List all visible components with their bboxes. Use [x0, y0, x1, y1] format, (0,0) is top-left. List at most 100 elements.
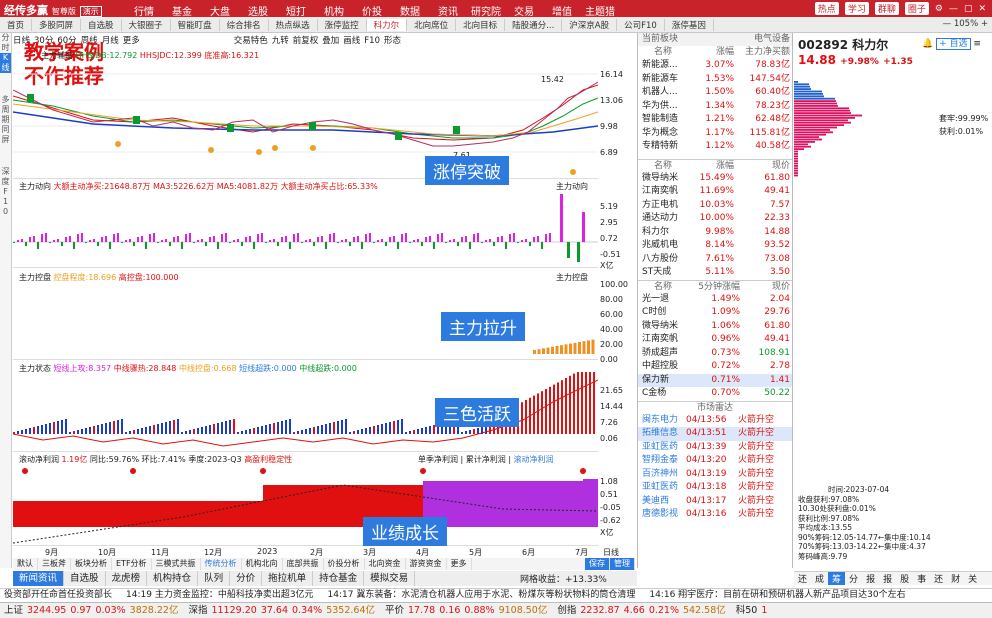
ticker-item-0[interactable]: 役资部开任命首任投资部长 [0, 590, 112, 600]
left-strip-char-9[interactable]: 深 [0, 167, 11, 177]
grid-performance[interactable]: 网格收益：+13.33% [520, 572, 607, 585]
stocks-row[interactable]: 八方股份 7.61% 73.08 [638, 253, 792, 267]
ticker-item-3[interactable]: 14:16 翔宇医疗：目前在研和预研机器人新产品项目达30个左右 [649, 590, 905, 600]
index-3[interactable]: 创指 2232.87 4.66 0.21% 542.58亿 [557, 605, 725, 616]
indicator-tab-1[interactable]: 三板斧 [38, 558, 71, 570]
quote-tab-5[interactable]: 报 [879, 572, 896, 585]
chart-tool-11[interactable]: F10 [364, 36, 380, 46]
page-tab-8[interactable]: 科力尔 [366, 19, 408, 31]
radar-row[interactable]: 亚虹医药 04/13:18 火箭升空 [638, 481, 792, 495]
study-button[interactable]: 学习 [844, 2, 869, 15]
quote-tab-4[interactable]: 报 [862, 572, 879, 585]
indicator-tab-7[interactable]: 底部共振 [283, 558, 324, 570]
left-strip-char-8[interactable]: 屏 [0, 135, 11, 145]
chart-tool-4[interactable]: 月线 [102, 36, 119, 46]
chart-tool-8[interactable]: 前复权 [293, 36, 319, 46]
stocks-row[interactable]: ST天成 5.11% 3.50 [638, 266, 792, 280]
quote-tab-10[interactable]: 关 [964, 572, 981, 585]
info-tab-0[interactable]: 新闻资讯 [13, 571, 65, 586]
sector-row[interactable]: 新能源车 1.53% 147.54亿 [638, 73, 792, 87]
stocks-row[interactable]: 通达动力 10.00% 22.33 [638, 212, 792, 226]
page-tab-1[interactable]: 多股同屏 [32, 19, 82, 31]
indicator-tab-9[interactable]: 北向资金 [365, 558, 406, 570]
speed-row[interactable]: 光一退 1.49% 2.04 [638, 293, 792, 307]
left-strip-char-10[interactable]: 度 [0, 177, 11, 187]
chart-tool-7[interactable]: 九转 [272, 36, 289, 46]
settings-icon[interactable]: ⚙ [935, 4, 943, 14]
chart-tool-6[interactable]: 交易特色 [234, 36, 268, 46]
hot-button[interactable]: 热点 [814, 2, 839, 15]
indicator-tab-12[interactable]: 保存 [585, 558, 610, 570]
left-strip-char-1[interactable]: 时 [0, 43, 11, 53]
control-panel[interactable]: 主力控盘 控盘程度:18.696 高控盘:100.000 主力控盘 主力拉升 [13, 270, 598, 360]
sector-row[interactable]: 华为概念 1.17% 115.81亿 [638, 127, 792, 141]
info-tab-2[interactable]: 龙虎榜 [106, 571, 148, 586]
page-tab-14[interactable]: 涨停基因 [665, 19, 714, 31]
page-tab-3[interactable]: 大银圈子 [122, 19, 171, 31]
stocks-row[interactable]: 兆威机电 8.14% 93.52 [638, 239, 792, 253]
speed-row[interactable]: 骄成超声 0.73% 108.91 [638, 347, 792, 361]
left-strip-char-11[interactable]: F [0, 187, 11, 197]
radar-row[interactable]: 唐德影视 04/13:16 火箭升空 [638, 508, 792, 522]
ticker-item-2[interactable]: 14:17 冀东装备：水泥清仓机器人应用于水泥、粉煤灰等粉状物料的筒仓清理 [328, 590, 636, 600]
speed-row[interactable]: 中超控股 0.72% 2.78 [638, 360, 792, 374]
close-icon[interactable]: ✕ [978, 4, 986, 14]
page-tab-2[interactable]: 自选股 [81, 19, 122, 31]
quote-tab-7[interactable]: 事 [913, 572, 930, 585]
radar-row[interactable]: 美迪西 04/13:17 火箭升空 [638, 495, 792, 509]
left-strip-char-3[interactable]: 线 [0, 63, 11, 73]
stocks-row[interactable]: 微导纳米 15.49% 61.80 [638, 172, 792, 186]
index-2[interactable]: 平价 17.78 0.16 0.88% 9108.50亿 [385, 605, 547, 616]
sector-row[interactable]: 新能源... 3.07% 78.83亿 [638, 59, 792, 73]
radar-row[interactable]: 闽东电力 04/13:56 火箭升空 [638, 414, 792, 428]
indicator-tab-4[interactable]: 三模式共振 [152, 558, 201, 570]
minimize-icon[interactable]: — [949, 4, 958, 14]
radar-row[interactable]: 拓维信息 04/13:51 火箭升空 [638, 427, 792, 441]
indicator-tab-8[interactable]: 价投分析 [324, 558, 365, 570]
info-tab-5[interactable]: 分价 [230, 571, 263, 586]
quote-tab-0[interactable]: 还 [794, 572, 811, 585]
page-tab-6[interactable]: 热点纵选 [269, 19, 318, 31]
page-tab-7[interactable]: 涨停监控 [318, 19, 367, 31]
sector-row[interactable]: 机器人... 1.50% 60.40亿 [638, 86, 792, 100]
left-strip-char-0[interactable]: 分 [0, 33, 11, 43]
info-tab-4[interactable]: 队列 [198, 571, 231, 586]
sector-row[interactable]: 智能制造 1.21% 62.48亿 [638, 113, 792, 127]
stocks-row[interactable]: 江南奕帆 11.69% 49.41 [638, 185, 792, 199]
profit-panel[interactable]: 滚动净利润 1.19亿 同比:59.76% 环比:7.41% 季度:2023-Q… [13, 453, 598, 546]
left-strip-char-5[interactable]: 周 [0, 105, 11, 115]
sector-row[interactable]: 专精特新 1.12% 40.58亿 [638, 140, 792, 154]
indicator-tab-0[interactable]: 默认 [13, 558, 38, 570]
left-strip-char-7[interactable]: 同 [0, 125, 11, 135]
left-strip-char-13[interactable]: 0 [0, 207, 11, 217]
maximize-icon[interactable]: ▢ [964, 4, 973, 14]
stocks-row[interactable]: 科力尔 9.98% 14.88 [638, 226, 792, 240]
indicator-tab-3[interactable]: ETF分析 [112, 558, 152, 570]
page-tab-11[interactable]: 陆股通分... [505, 19, 563, 31]
radar-row[interactable]: 亚虹医药 04/13:39 火箭升空 [638, 441, 792, 455]
page-tab-13[interactable]: 公司F10 [617, 19, 665, 31]
info-tab-8[interactable]: 模拟交易 [364, 571, 416, 586]
page-tab-12[interactable]: 沪深京A股 [562, 19, 618, 31]
left-strip-char-2[interactable]: K [0, 53, 11, 63]
page-tab-4[interactable]: 智能盯盘 [171, 19, 220, 31]
quote-tab-9[interactable]: 财 [947, 572, 964, 585]
indicator-tab-13[interactable]: 管理 [610, 558, 635, 570]
info-tab-7[interactable]: 持仓基金 [313, 571, 365, 586]
page-tab-10[interactable]: 北向目标 [456, 19, 506, 31]
indicator-tab-6[interactable]: 机构北向 [242, 558, 283, 570]
chart-tool-9[interactable]: 叠加 [322, 36, 339, 46]
stocks-row[interactable]: 方正电机 10.03% 7.57 [638, 199, 792, 213]
info-tab-3[interactable]: 机构持仓 [147, 571, 199, 586]
page-tab-0[interactable]: 首页 [0, 19, 33, 31]
index-0[interactable]: 上证 3244.95 0.97 0.03% 3828.22亿 [0, 605, 178, 616]
news-ticker[interactable]: 役资部开任命首任投资部长 14:19 主力资金监控：中船科技净卖出超3亿元 14:1… [0, 588, 992, 601]
indicator-tab-11[interactable]: 更多 [447, 558, 472, 570]
speed-row[interactable]: C时创 1.09% 29.76 [638, 306, 792, 320]
status-panel[interactable]: 主力状态 短线上攻:8.357 中线骤热:28.848 中线控盘:0.668 短… [13, 362, 598, 452]
quote-tab-6[interactable]: 股 [896, 572, 913, 585]
index-4[interactable]: 科50 1 [736, 605, 780, 616]
quote-tab-2[interactable]: 筹 [828, 572, 846, 585]
sector-row[interactable]: 华为供... 1.34% 78.23亿 [638, 100, 792, 114]
index-1[interactable]: 深指 11129.20 37.64 0.34% 5352.64亿 [188, 605, 375, 616]
